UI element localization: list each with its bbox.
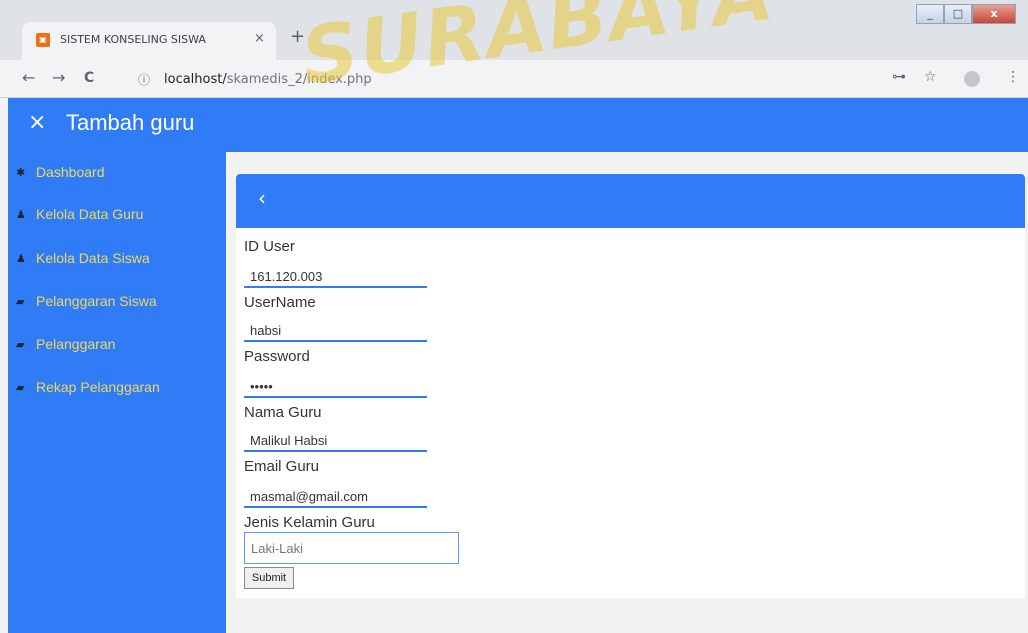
book-icon: ▰ — [16, 338, 25, 351]
sidebar-item-kelola-data-guru[interactable]: ♟ Kelola Data Guru — [16, 202, 143, 226]
user-icon: ♟ — [16, 252, 26, 265]
sidebar-item-dashboard[interactable]: ✱ Dashboard — [16, 160, 105, 184]
sidebar-item-rekap-pelanggaran[interactable]: ▰ Rekap Pelanggaran — [16, 375, 160, 399]
sidebar-item-label: Dashboard — [36, 164, 105, 180]
sidebar: ✱ Dashboard ♟ Kelola Data Guru ♟ Kelola … — [8, 152, 226, 633]
tab-strip: ▣ SISTEM KONSELING SISWA × + _ □ x — [0, 0, 1028, 60]
browser-tab[interactable]: ▣ SISTEM KONSELING SISWA × — [22, 22, 276, 60]
app-header: × Tambah guru — [8, 98, 1028, 152]
sidebar-item-pelanggaran[interactable]: ▰ Pelanggaran — [16, 332, 115, 356]
jenis-kelamin-input[interactable] — [244, 532, 459, 564]
sidebar-item-pelanggaran-siswa[interactable]: ▰ Pelanggaran Siswa — [16, 289, 157, 313]
tab-close-icon[interactable]: × — [254, 31, 265, 46]
back-button[interactable]: ← — [22, 68, 35, 87]
sidebar-item-kelola-data-siswa[interactable]: ♟ Kelola Data Siswa — [16, 246, 150, 270]
profile-avatar[interactable] — [964, 71, 980, 87]
info-icon[interactable]: ⓘ — [138, 71, 150, 88]
sidebar-item-label: Kelola Data Siswa — [36, 250, 150, 266]
browser-toolbar: ← → C ⓘ localhost/skamedis_2/index.php ⊶… — [0, 60, 1028, 98]
sidebar-item-label: Pelanggaran — [36, 336, 116, 352]
main-content: ‹ ID User UserName Password Nama Guru Em… — [226, 152, 1028, 633]
url-path: skamedis_2/index.php — [226, 72, 372, 87]
minimize-button[interactable]: _ — [916, 4, 944, 24]
username-label: UserName — [244, 294, 316, 311]
email-guru-label: Email Guru — [244, 458, 320, 475]
card-header: ‹ — [236, 174, 1025, 228]
book-icon: ▰ — [16, 381, 25, 394]
back-chevron-icon[interactable]: ‹ — [258, 186, 266, 210]
key-icon[interactable]: ⊶ — [892, 69, 906, 85]
page-title: Tambah guru — [66, 110, 195, 135]
tab-title: SISTEM KONSELING SISWA — [60, 33, 206, 46]
forward-button[interactable]: → — [52, 68, 65, 87]
browser-window: ▣ SISTEM KONSELING SISWA × + _ □ x ← → C… — [0, 0, 1028, 633]
sidebar-item-label: Pelanggaran Siswa — [36, 293, 157, 309]
sidebar-item-label: Kelola Data Guru — [36, 206, 144, 222]
address-bar[interactable]: ⓘ localhost/skamedis_2/index.php — [128, 67, 858, 93]
reload-button[interactable]: C — [84, 70, 94, 86]
window-controls: _ □ x — [916, 4, 1016, 26]
nama-guru-label: Nama Guru — [244, 404, 322, 421]
close-icon[interactable]: × — [28, 110, 46, 135]
home-icon: ✱ — [16, 166, 26, 179]
menu-icon[interactable]: ⋮ — [1006, 69, 1020, 85]
user-icon: ♟ — [16, 208, 26, 221]
url-host: localhost/ — [164, 72, 227, 87]
id-user-input[interactable] — [244, 266, 427, 288]
sidebar-item-label: Rekap Pelanggaran — [36, 379, 160, 395]
url-text: localhost/skamedis_2/index.php — [164, 72, 372, 87]
id-user-label: ID User — [244, 238, 295, 255]
maximize-button[interactable]: □ — [944, 4, 972, 24]
jenis-kelamin-label: Jenis Kelamin Guru — [244, 514, 375, 531]
form-card: ‹ ID User UserName Password Nama Guru Em… — [236, 174, 1025, 598]
password-label: Password — [244, 348, 310, 365]
close-window-button[interactable]: x — [972, 4, 1016, 24]
submit-button[interactable]: Submit — [244, 567, 294, 589]
password-input[interactable] — [244, 376, 427, 398]
book-icon: ▰ — [16, 295, 25, 308]
email-guru-input[interactable] — [244, 486, 427, 508]
favicon-icon: ▣ — [36, 33, 50, 47]
nama-guru-input[interactable] — [244, 430, 427, 452]
new-tab-button[interactable]: + — [290, 26, 305, 47]
bookmark-star-icon[interactable]: ☆ — [924, 69, 937, 85]
username-input[interactable] — [244, 320, 427, 342]
